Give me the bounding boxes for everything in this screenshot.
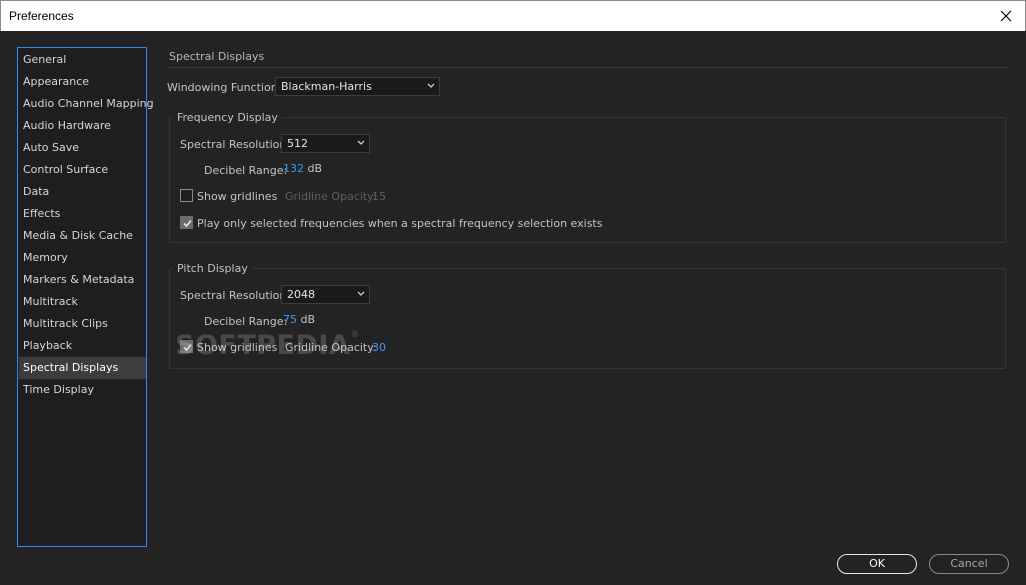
frequency-opacity-label: Gridline Opacity: bbox=[285, 190, 377, 203]
checkmark-icon bbox=[183, 343, 192, 352]
sidebar-item-control-surface[interactable]: Control Surface bbox=[19, 159, 146, 181]
pitch-gridlines-label: Show gridlines bbox=[197, 341, 278, 354]
ok-button[interactable]: OK bbox=[837, 554, 917, 574]
pitch-decibel-unit: dB bbox=[300, 313, 316, 326]
frequency-decibel-unit: dB bbox=[307, 162, 323, 175]
sidebar-item-time-display[interactable]: Time Display bbox=[19, 379, 146, 401]
pitch-opacity-value[interactable]: 30 bbox=[372, 341, 386, 354]
sidebar-item-audio-hardware[interactable]: Audio Hardware bbox=[19, 115, 146, 137]
pitch-resolution-label: Spectral Resolution: bbox=[180, 289, 291, 302]
sidebar-item-audio-channel-mapping[interactable]: Audio Channel Mapping bbox=[19, 93, 154, 115]
title-divider bbox=[168, 67, 1008, 68]
pitch-opacity-label: Gridline Opacity: bbox=[285, 341, 377, 354]
pitch-display-title: Pitch Display bbox=[173, 262, 252, 275]
pitch-resolution-select[interactable]: 2048 bbox=[281, 285, 370, 304]
windowing-function-value: Blackman-Harris bbox=[281, 80, 372, 93]
window-title: Preferences bbox=[9, 9, 74, 23]
sidebar-item-spectral-displays[interactable]: Spectral Displays bbox=[19, 357, 146, 379]
sidebar-item-appearance[interactable]: Appearance bbox=[19, 71, 146, 93]
play-selected-frequencies-label: Play only selected frequencies when a sp… bbox=[197, 217, 603, 230]
title-bar: Preferences bbox=[0, 0, 1026, 31]
sidebar-item-general[interactable]: General bbox=[19, 49, 146, 71]
sidebar-item-memory[interactable]: Memory bbox=[19, 247, 146, 269]
frequency-opacity-value: 15 bbox=[372, 190, 386, 203]
pitch-gridlines-checkbox[interactable] bbox=[180, 340, 193, 353]
frequency-gridlines-checkbox[interactable] bbox=[180, 189, 193, 202]
sidebar-item-multitrack[interactable]: Multitrack bbox=[19, 291, 146, 313]
sidebar-item-markers-metadata[interactable]: Markers & Metadata bbox=[19, 269, 146, 291]
close-icon bbox=[1000, 10, 1012, 22]
frequency-decibel-value[interactable]: 132 bbox=[283, 162, 304, 175]
chevron-down-icon bbox=[357, 140, 365, 145]
sidebar-item-effects[interactable]: Effects bbox=[19, 203, 146, 225]
frequency-display-title: Frequency Display bbox=[173, 111, 282, 124]
windowing-function-select[interactable]: Blackman-Harris bbox=[275, 77, 440, 96]
cancel-button[interactable]: Cancel bbox=[929, 554, 1009, 574]
preferences-category-list[interactable]: General Appearance Audio Channel Mapping… bbox=[17, 47, 154, 547]
frequency-resolution-select[interactable]: 512 bbox=[281, 134, 370, 153]
pitch-resolution-value: 2048 bbox=[287, 288, 315, 301]
frequency-decibel-range: 132 dB bbox=[283, 162, 322, 175]
frequency-resolution-value: 512 bbox=[287, 137, 308, 150]
pitch-decibel-value[interactable]: 75 bbox=[283, 313, 297, 326]
sidebar-item-media-disk-cache[interactable]: Media & Disk Cache bbox=[19, 225, 146, 247]
sidebar-item-playback[interactable]: Playback bbox=[19, 335, 146, 357]
frequency-decibel-label: Decibel Range: bbox=[204, 164, 288, 177]
sidebar-item-data[interactable]: Data bbox=[19, 181, 146, 203]
chevron-down-icon bbox=[427, 83, 435, 88]
play-selected-frequencies-checkbox[interactable] bbox=[180, 216, 193, 229]
windowing-function-label: Windowing Function: bbox=[167, 81, 282, 94]
frequency-resolution-label: Spectral Resolution: bbox=[180, 138, 291, 151]
frequency-gridlines-label: Show gridlines bbox=[197, 190, 278, 203]
sidebar-item-auto-save[interactable]: Auto Save bbox=[19, 137, 146, 159]
sidebar-item-multitrack-clips[interactable]: Multitrack Clips bbox=[19, 313, 146, 335]
close-button[interactable] bbox=[993, 3, 1019, 29]
checkmark-icon bbox=[183, 219, 192, 228]
chevron-down-icon bbox=[357, 291, 365, 296]
page-title: Spectral Displays bbox=[169, 50, 265, 63]
pitch-decibel-range: 75 dB bbox=[283, 313, 315, 326]
pitch-decibel-label: Decibel Range: bbox=[204, 315, 288, 328]
